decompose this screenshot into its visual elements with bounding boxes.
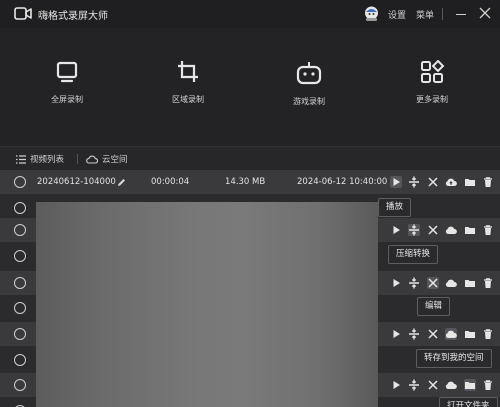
titlebar-divider: [442, 8, 443, 20]
app-title: 嗨格式录屏大师: [38, 11, 108, 22]
close-icon[interactable]: [479, 7, 491, 19]
folder-icon[interactable]: [464, 379, 476, 391]
tab-video-list[interactable]: 视频列表: [16, 153, 64, 165]
play-icon[interactable]: [390, 277, 402, 289]
monitor-icon: [56, 61, 78, 83]
list-icon: [16, 154, 26, 164]
row-actions: [390, 379, 498, 391]
folder-icon[interactable]: [464, 224, 476, 236]
row-select-radio[interactable]: [14, 328, 26, 340]
trash-icon[interactable]: [482, 224, 494, 236]
compress-icon[interactable]: [408, 379, 420, 391]
tooltip-edit: 编辑: [417, 297, 451, 316]
mode-label: 游戏录制: [293, 97, 325, 106]
play-icon[interactable]: [390, 328, 402, 340]
row-actions: [390, 277, 498, 289]
compress-icon[interactable]: [408, 277, 420, 289]
row-select-radio[interactable]: [14, 202, 26, 214]
folder-icon[interactable]: [464, 176, 476, 188]
gamepad-icon: [296, 62, 322, 85]
trash-icon[interactable]: [482, 277, 494, 289]
folder-icon[interactable]: [464, 328, 476, 340]
mode-label: 全屏录制: [51, 95, 83, 104]
tooltip-open-folder: 打开文件夹: [439, 397, 498, 407]
folder-icon[interactable]: [464, 277, 476, 289]
play-icon[interactable]: [390, 379, 402, 391]
avatar-icon[interactable]: [363, 6, 380, 22]
video-preview-thumbnail: [36, 202, 378, 407]
trash-icon[interactable]: [482, 328, 494, 340]
row-select-radio[interactable]: [14, 302, 26, 314]
mode-more[interactable]: 更多录制: [387, 60, 477, 105]
tooltip-compress: 压缩转换: [388, 245, 439, 264]
tab-label: 云空间: [102, 155, 128, 165]
cloud-upload-icon[interactable]: [445, 224, 457, 236]
tab-label: 视频列表: [30, 155, 65, 165]
tab-divider: [77, 154, 78, 164]
file-created-time: 2024-06-12 10:40:00: [297, 177, 388, 187]
edit-scissors-icon[interactable]: [427, 328, 439, 340]
cloud-upload-icon[interactable]: [445, 379, 457, 391]
mode-fullscreen[interactable]: 全屏录制: [22, 60, 112, 105]
title-bar: 嗨格式录屏大师 设置 菜单: [0, 0, 500, 28]
edit-scissors-icon[interactable]: [427, 224, 439, 236]
row-select-radio[interactable]: [14, 224, 26, 236]
edit-scissors-icon[interactable]: [427, 277, 439, 289]
mode-label: 区域录制: [172, 95, 204, 104]
compress-icon[interactable]: [408, 176, 420, 188]
play-icon[interactable]: [390, 224, 402, 236]
row-select-radio[interactable]: [14, 379, 26, 391]
rename-pencil-icon[interactable]: [117, 178, 126, 187]
recording-mode-panel: 全屏录制 区域录制 游戏录制 更多录制: [0, 28, 500, 146]
file-name: 20240612-104000: [37, 177, 116, 187]
minimize-icon[interactable]: [456, 14, 466, 15]
edit-scissors-icon[interactable]: [427, 176, 439, 188]
trash-icon[interactable]: [482, 379, 494, 391]
mode-label: 更多录制: [416, 95, 448, 104]
trash-icon[interactable]: [482, 176, 494, 188]
file-size: 14.30 MB: [225, 177, 266, 187]
file-duration: 00:00:04: [151, 177, 190, 187]
compress-icon[interactable]: [408, 328, 420, 340]
cloud-upload-icon[interactable]: [445, 176, 457, 188]
tab-bar: 视频列表 云空间: [0, 146, 500, 170]
tooltip-play: 播放: [378, 198, 412, 217]
tooltip-save-cloud: 转存到我的空间: [416, 349, 492, 368]
play-icon[interactable]: [390, 176, 402, 188]
mode-region[interactable]: 区域录制: [143, 60, 233, 105]
row-select-radio[interactable]: [14, 277, 26, 289]
cloud-upload-icon[interactable]: [445, 328, 457, 340]
table-row[interactable]: 20240612-104000 00:00:04 14.30 MB 2024-0…: [0, 170, 500, 194]
edit-scissors-icon[interactable]: [427, 379, 439, 391]
apps-icon: [421, 60, 445, 83]
tab-cloud-space[interactable]: 云空间: [86, 153, 128, 165]
cloud-icon: [86, 155, 98, 164]
cloud-upload-icon[interactable]: [445, 277, 457, 289]
settings-button[interactable]: 设置: [388, 8, 406, 21]
compress-icon[interactable]: [408, 224, 420, 236]
mode-game[interactable]: 游戏录制: [264, 60, 354, 107]
menu-button[interactable]: 菜单: [416, 8, 434, 21]
row-select-radio[interactable]: [14, 176, 26, 188]
camera-logo-icon: [14, 7, 32, 20]
row-select-radio[interactable]: [14, 354, 26, 366]
row-actions: [390, 224, 498, 236]
row-actions: [390, 328, 498, 340]
row-actions: [390, 176, 498, 188]
crop-icon: [178, 61, 198, 82]
row-select-radio[interactable]: [14, 250, 26, 262]
